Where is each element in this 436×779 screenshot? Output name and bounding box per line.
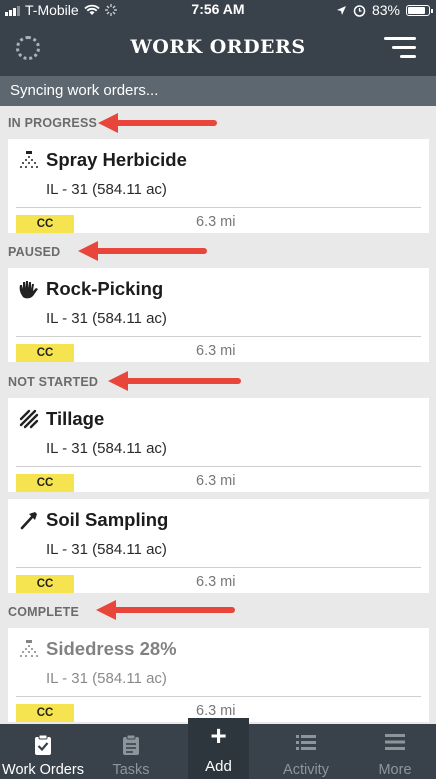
clipboard-check-icon [34,734,52,761]
divider [16,466,421,467]
work-order-card[interactable]: Spray Herbicide IL - 31 (584.11 ac) CC 6… [8,139,429,233]
distance: 6.3 mi [196,343,236,359]
section-header-in-progress: IN PROGRESS [8,116,98,130]
field-name: IL - 31 (584.11 ac) [46,181,167,198]
work-order-name: Rock-Picking [46,278,164,299]
work-order-card[interactable]: Soil Sampling IL - 31 (584.11 ac) CC 6.3… [8,499,429,593]
work-order-card[interactable]: Tillage IL - 31 (584.11 ac) CC 6.3 mi [8,398,429,492]
tab-label: Add [205,758,232,775]
navigation-bar: WORK ORDERS [0,20,436,76]
tab-label: More [378,762,412,778]
distance: 6.3 mi [196,214,236,230]
sync-banner: Syncing work orders... [0,76,436,106]
distance: 6.3 mi [196,703,236,719]
alarm-icon [353,4,366,17]
list-icon [296,734,316,757]
spray-icon [18,150,40,172]
annotation-arrow [96,600,235,620]
crop-badge: CC [16,215,74,233]
crop-badge: CC [16,704,74,722]
field-name: IL - 31 (584.11 ac) [46,310,167,327]
hamburger-icon [385,734,405,755]
page-title: WORK ORDERS [130,36,306,58]
tab-label: Tasks [112,762,150,778]
divider [16,336,421,337]
crop-badge: CC [16,575,74,593]
clipboard-icon [122,734,140,761]
crop-badge: CC [16,344,74,362]
work-order-card[interactable]: Sidedress 28% IL - 31 (584.11 ac) CC 6.3… [8,628,429,722]
add-button[interactable]: + Add [188,718,249,779]
battery-percent: 83% [371,2,400,18]
tab-tasks[interactable]: Tasks [88,724,174,779]
work-order-card[interactable]: Rock-Picking IL - 31 (584.11 ac) CC 6.3 … [8,268,429,362]
annotation-arrow [98,113,217,133]
annotation-arrow [108,371,241,391]
tab-activity[interactable]: Activity [263,724,349,779]
plus-icon: + [210,720,227,751]
work-order-name: Sidedress 28% [46,638,177,659]
tab-bar: Work Orders Tasks + Add Activity More [0,718,436,779]
field-name: IL - 31 (584.11 ac) [46,440,167,457]
tillage-icon [18,409,40,431]
field-name: IL - 31 (584.11 ac) [46,541,167,558]
work-order-list[interactable]: IN PROGRESS Spray Herbicide IL - 31 (584… [0,106,436,724]
section-header-paused: PAUSED [8,245,61,259]
tab-work-orders[interactable]: Work Orders [0,724,86,779]
distance: 6.3 mi [196,574,236,590]
section-header-not-started: NOT STARTED [8,375,99,389]
tab-more[interactable]: More [352,724,436,779]
work-order-name: Tillage [46,408,105,429]
glove-icon [18,279,40,301]
battery-icon [406,4,433,16]
work-order-name: Spray Herbicide [46,149,187,170]
section-header-complete: COMPLETE [8,605,80,619]
status-bar: T-Mobile 7:56 AM 83% [0,0,436,20]
filter-menu-icon[interactable] [384,37,416,59]
divider [16,207,421,208]
divider [16,696,421,697]
tab-label: Work Orders [2,762,84,778]
spray-icon [18,639,40,661]
location-arrow-icon [336,5,346,15]
work-order-name: Soil Sampling [46,509,169,530]
tab-label: Activity [283,762,329,778]
divider [16,567,421,568]
field-name: IL - 31 (584.11 ac) [46,670,167,687]
crop-badge: CC [16,474,74,492]
distance: 6.3 mi [196,473,236,489]
annotation-arrow [78,241,207,261]
soil-probe-icon [18,510,40,532]
